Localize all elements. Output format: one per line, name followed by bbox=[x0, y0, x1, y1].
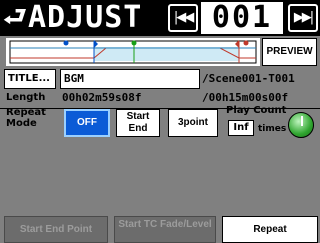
repeat-label-line2: Mode bbox=[6, 118, 37, 129]
play-count-unit: times bbox=[258, 124, 287, 134]
timeline-graphic bbox=[6, 38, 260, 66]
tab-start-tc-fade-level[interactable]: Start TC Fade/Level bbox=[114, 216, 216, 243]
title-row: TITLE... BGM /Scene001-T001 bbox=[4, 69, 318, 89]
title-field[interactable]: BGM bbox=[60, 69, 200, 89]
play-count-value[interactable]: Inf bbox=[228, 120, 254, 136]
play-count-knob-icon[interactable] bbox=[288, 112, 314, 138]
repeat-start-end-button[interactable]: Start End bbox=[116, 109, 160, 137]
page-title: ADJUST bbox=[28, 0, 143, 35]
repeat-3point-button[interactable]: 3point bbox=[168, 109, 218, 137]
length-value: 00h02m59s08f bbox=[62, 91, 142, 104]
repeat-mode-label: Repeat Mode bbox=[6, 107, 46, 129]
end-marker-icon bbox=[243, 40, 249, 46]
previous-scene-button[interactable]: |◀◀ bbox=[168, 4, 198, 32]
tab-repeat[interactable]: Repeat bbox=[222, 216, 318, 243]
repeat-label-line1: Repeat bbox=[6, 107, 46, 118]
header-bar: ⮐ ADJUST |◀◀ 001 ▶▶| bbox=[0, 0, 320, 36]
start-marker-icon bbox=[63, 40, 69, 46]
preview-button[interactable]: PREVIEW bbox=[262, 38, 317, 66]
length-label: Length bbox=[6, 92, 46, 103]
scene-path: /Scene001-T001 bbox=[202, 72, 295, 85]
tab-start-end-point[interactable]: Start End Point bbox=[4, 216, 108, 243]
scene-number-display: 001 bbox=[201, 2, 283, 34]
repeat-off-button[interactable]: OFF bbox=[64, 109, 110, 137]
back-arrow-icon[interactable]: ⮐ bbox=[2, 2, 28, 32]
timeline-display[interactable] bbox=[6, 38, 260, 66]
play-count-label: Play Count bbox=[226, 105, 287, 116]
playhead-marker-icon bbox=[131, 40, 137, 46]
title-button[interactable]: TITLE... bbox=[4, 69, 56, 89]
start-end-label: Start End bbox=[126, 111, 150, 134]
next-scene-button[interactable]: ▶▶| bbox=[288, 4, 318, 32]
adjust-screen: ⮐ ADJUST |◀◀ 001 ▶▶| PREVIEW TITLE... BG… bbox=[0, 0, 320, 243]
